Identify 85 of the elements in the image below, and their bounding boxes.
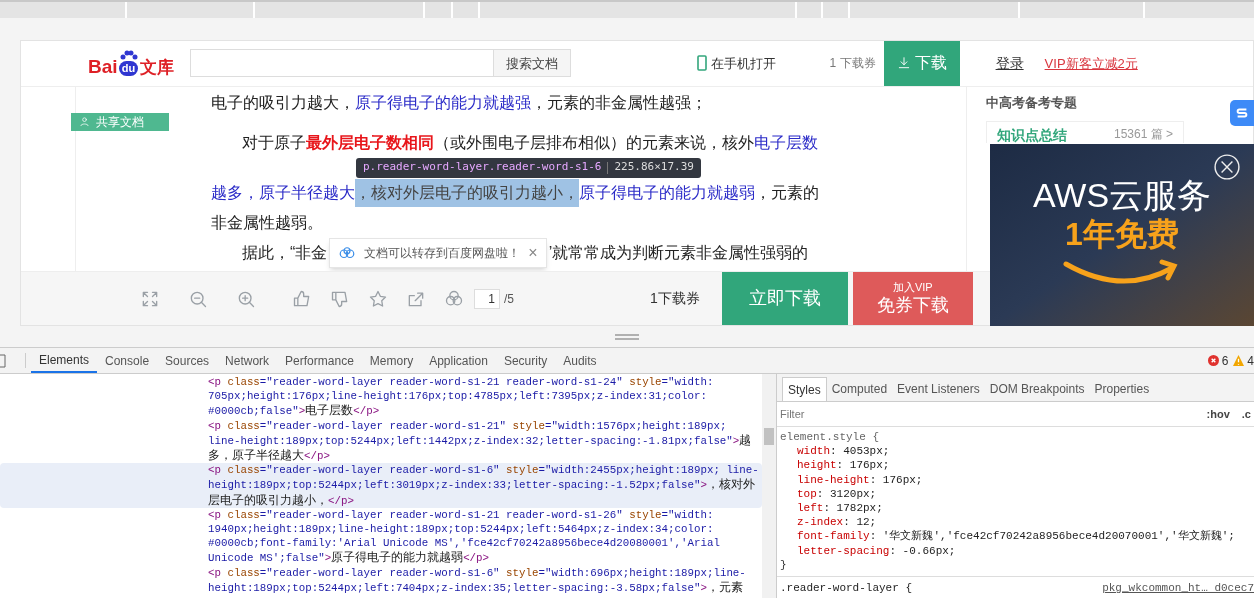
document-text: ，核对外层电子的吸引力越小， — [355, 178, 579, 207]
styles-tab[interactable]: Computed — [826, 377, 893, 401]
drag-handle-icon[interactable] — [615, 333, 639, 340]
css-declaration[interactable]: height: 176px; — [780, 458, 1254, 473]
error-icon — [1207, 355, 1219, 366]
dom-node[interactable]: <p class="reader-word-layer reader-word-s1-21 reader-word-s1-26" style="width: 1940px;height:189px;line-height:189px;top:5244px;left:5464px;z-index:34;color: #0000cb;font-family:'Arial Unicode MS','fce42cf70242a8956bece4d20080001','Arial Unicode MS';false">原子得电子的能力就越弱</p> — [0, 507, 762, 566]
document-text: 对于原子 — [242, 132, 306, 153]
open-on-phone-link[interactable]: 在手机打开 — [710, 53, 776, 74]
devtools-tab[interactable]: Console — [97, 348, 158, 373]
document-text: 电子的吸引力越大， — [211, 92, 355, 113]
phone-icon — [696, 55, 707, 72]
toast-close-button[interactable]: × — [528, 244, 538, 261]
styles-tab[interactable]: Styles — [782, 377, 827, 401]
ad-title: AWS云服务 — [1032, 178, 1212, 212]
ticket-count: 1 下载券 — [829, 55, 876, 73]
vip-offer-link[interactable]: VIP新客立减2元 — [1044, 53, 1138, 74]
document-text: 原子得电子的能力就越强 — [355, 92, 531, 113]
devtools-tab[interactable]: Elements — [31, 348, 98, 373]
s-logo-icon — [1235, 106, 1249, 120]
search-field[interactable] — [189, 49, 494, 78]
page-total: /5 — [504, 290, 514, 308]
document-text: ，元素的 — [755, 182, 819, 203]
ticket-count: 1下载券 — [650, 289, 700, 309]
inspect-icon[interactable] — [0, 353, 6, 368]
error-count: 6 — [1221, 352, 1229, 370]
class-toggle[interactable]: .c — [1241, 405, 1251, 423]
ad-subtitle: 1年免费 — [1065, 218, 1179, 250]
close-icon[interactable] — [1214, 154, 1240, 180]
ad-banner[interactable]: AWS云服务 1年免费 — [990, 144, 1254, 326]
floating-assistant-button[interactable] — [1230, 100, 1254, 126]
dom-node[interactable]: <p class="reader-word-layer reader-word-s1-21 reader-word-s1-24" style="width: 705px;height:176px;line-height:176px;top:4785px;left:7395px;z-index:31;color: #0000cb;false">电子层数</p> — [0, 375, 762, 419]
document-text: ’就常常成为判断元素非金属性强弱的 — [548, 242, 809, 263]
baidu-wenku-logo[interactable]: Bai du 文库 — [88, 41, 174, 86]
document-text: 非金属性越弱。 — [211, 212, 323, 233]
download-icon — [896, 56, 911, 71]
hover-toggle[interactable]: :hov — [1206, 405, 1230, 423]
css-declaration[interactable]: top: 3120px; — [780, 486, 1254, 501]
devtools-tab[interactable]: Audits — [555, 348, 605, 373]
scrollbar[interactable] — [762, 374, 776, 598]
vip-download-button[interactable]: 加入VIP 免券下载 — [852, 272, 973, 325]
filter-field[interactable]: Filter — [780, 405, 1207, 423]
thumbs-up-icon[interactable] — [292, 288, 312, 309]
document-text: （或外围电子层排布相似）的元素来说，核外 — [434, 132, 754, 153]
devtools-tab[interactable]: Sources — [157, 348, 218, 373]
cloud-icon — [338, 245, 357, 260]
document-text: 原子得电子的能力就越弱 — [579, 182, 755, 203]
styles-tab[interactable]: DOM Breakpoints — [984, 377, 1090, 401]
css-declaration[interactable]: letter-spacing: -0.66px; — [780, 543, 1254, 558]
document-text: 越多，原子半径越大 — [211, 182, 355, 203]
devtools-tab[interactable]: Performance — [277, 348, 362, 373]
sidebar-title: 中高考备考专题 — [986, 93, 1078, 112]
styles-tab[interactable]: Event Listeners — [892, 377, 985, 401]
star-icon[interactable] — [368, 288, 388, 309]
rule-selector: .reader-word-layer { — [780, 581, 913, 597]
stylesheet-link[interactable]: pkg_wkcommon_ht… d0cec7 — [1102, 580, 1254, 597]
login-link[interactable]: 登录 — [995, 52, 1024, 74]
devtools-tab[interactable]: Security — [495, 348, 556, 373]
dom-node[interactable]: <p class="reader-word-layer reader-word-s1-6" style="width:2455px;height:189px; line-height:189px;top:5244px;left:3019px;z-index:33;letter-spacing:-1.52px;false">，核对外层电子的吸引力越小，</p> — [0, 463, 762, 508]
warning-icon — [1233, 355, 1245, 366]
element-tooltip: p.reader-word-layer.reader-word-s1-6 225.86×17.39 — [356, 157, 701, 178]
document-text: ，元素的非金属性越强； — [531, 92, 707, 113]
toast-message: 文档可以转存到百度网盘啦！ — [364, 244, 521, 262]
css-declaration[interactable]: line-height: 176px; — [780, 472, 1254, 487]
document-text: 最外层电子数相同 — [306, 132, 434, 153]
css-declaration[interactable]: z-index: 12; — [780, 515, 1254, 530]
page-number-field[interactable]: 1 — [474, 288, 500, 309]
devtools-tab[interactable]: Memory — [361, 348, 422, 373]
topic-count: 15361 篇 > — [1113, 126, 1173, 144]
css-declaration[interactable]: font-family: '华文新魏','fce42cf70242a8956bece4d20070001','华文新魏'; — [780, 529, 1254, 544]
css-declaration[interactable]: left: 1782px; — [780, 501, 1254, 516]
rule-close: } — [780, 557, 788, 573]
ribbon-tag: 共享文档 — [71, 112, 169, 131]
document-text: 电子层数 — [754, 132, 818, 153]
document-text: 据此，“非金 — [242, 242, 328, 263]
topic-name: 知识点总结 — [997, 126, 1067, 146]
dom-node[interactable]: <p class="reader-word-layer reader-word-s1-6" style="width:696px;height:189px;line-height:189px;top:5244px;left:7404px;z-index:35;letter-spacing:-3.58px;false">，元素 — [0, 565, 762, 596]
dom-node[interactable]: <p class="reader-word-layer reader-word-s1-21" style="width:1576px;height:189px; line-height:189px;top:5244px;left:1442px;z-index:32;letter-spacing:-1.81px;false">越多，原子半径越大</p> — [0, 418, 762, 464]
devtools-tab[interactable]: Application — [421, 348, 496, 373]
user-icon — [79, 116, 90, 128]
rule-selector: element.style { — [780, 430, 881, 445]
devtools-tab[interactable]: Network — [217, 348, 278, 373]
css-declaration[interactable]: width: 4053px; — [780, 444, 1254, 459]
search-button[interactable]: 搜索文档 — [493, 49, 571, 78]
warning-count: 4 — [1247, 352, 1254, 370]
styles-tab[interactable]: Properties — [1089, 377, 1155, 401]
